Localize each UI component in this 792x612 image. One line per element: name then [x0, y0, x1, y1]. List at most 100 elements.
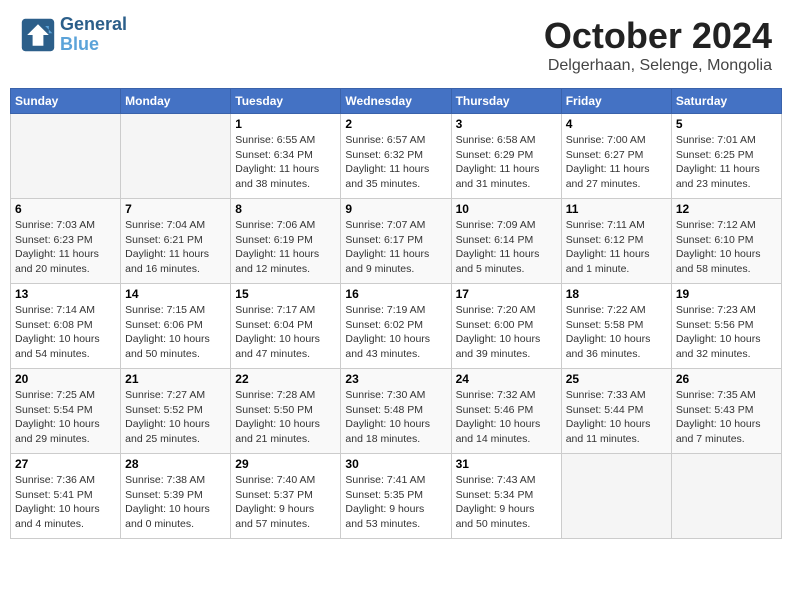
calendar-cell: 11 Sunrise: 7:11 AM Sunset: 6:12 PM Dayli… — [561, 199, 671, 284]
day-number: 24 — [456, 372, 557, 386]
day-info: Sunrise: 7:28 AM Sunset: 5:50 PM Dayligh… — [235, 388, 336, 447]
day-info: Sunrise: 7:33 AM Sunset: 5:44 PM Dayligh… — [566, 388, 667, 447]
day-number: 21 — [125, 372, 226, 386]
month-title: October 2024 — [544, 15, 772, 57]
weekday-header-row: SundayMondayTuesdayWednesdayThursdayFrid… — [11, 89, 782, 114]
logo: General Blue — [20, 15, 127, 55]
day-info: Sunrise: 7:12 AM Sunset: 6:10 PM Dayligh… — [676, 218, 777, 277]
calendar-row: 27Sunrise: 7:36 AM Sunset: 5:41 PM Dayli… — [11, 454, 782, 539]
day-info: Sunrise: 7:11 AM Sunset: 6:12 PM Dayligh… — [566, 218, 667, 277]
day-info: Sunrise: 7:20 AM Sunset: 6:00 PM Dayligh… — [456, 303, 557, 362]
day-info: Sunrise: 7:22 AM Sunset: 5:58 PM Dayligh… — [566, 303, 667, 362]
weekday-header-saturday: Saturday — [671, 89, 781, 114]
title-section: October 2024 Delgerhaan, Selenge, Mongol… — [544, 15, 772, 75]
calendar-cell: 25 Sunrise: 7:33 AM Sunset: 5:44 PM Dayli… — [561, 369, 671, 454]
day-number: 20 — [15, 372, 116, 386]
day-number: 14 — [125, 287, 226, 301]
day-number: 15 — [235, 287, 336, 301]
calendar-cell: 1 Sunrise: 6:55 AM Sunset: 6:34 PM Daylig… — [231, 114, 341, 199]
day-number: 29 — [235, 457, 336, 471]
calendar-cell: 19Sunrise: 7:23 AM Sunset: 5:56 PM Dayli… — [671, 284, 781, 369]
day-number: 27 — [15, 457, 116, 471]
day-info: Sunrise: 7:03 AM Sunset: 6:23 PM Dayligh… — [15, 218, 116, 277]
day-info: Sunrise: 7:30 AM Sunset: 5:48 PM Dayligh… — [345, 388, 446, 447]
day-info: Sunrise: 7:09 AM Sunset: 6:14 PM Dayligh… — [456, 218, 557, 277]
calendar-cell: 24 Sunrise: 7:32 AM Sunset: 5:46 PM Dayli… — [451, 369, 561, 454]
day-number: 11 — [566, 202, 667, 216]
day-info: Sunrise: 7:19 AM Sunset: 6:02 PM Dayligh… — [345, 303, 446, 362]
day-number: 5 — [676, 117, 777, 131]
day-number: 8 — [235, 202, 336, 216]
calendar-table: SundayMondayTuesdayWednesdayThursdayFrid… — [10, 88, 782, 539]
logo-text: General Blue — [60, 15, 127, 55]
day-number: 31 — [456, 457, 557, 471]
calendar-cell: 18 Sunrise: 7:22 AM Sunset: 5:58 PM Dayli… — [561, 284, 671, 369]
day-info: Sunrise: 7:32 AM Sunset: 5:46 PM Dayligh… — [456, 388, 557, 447]
calendar-cell: 13Sunrise: 7:14 AM Sunset: 6:08 PM Dayli… — [11, 284, 121, 369]
calendar-cell: 16 Sunrise: 7:19 AM Sunset: 6:02 PM Dayli… — [341, 284, 451, 369]
calendar-cell: 3 Sunrise: 6:58 AM Sunset: 6:29 PM Daylig… — [451, 114, 561, 199]
calendar-cell: 31 Sunrise: 7:43 AM Sunset: 5:34 PM Dayli… — [451, 454, 561, 539]
calendar-cell: 21 Sunrise: 7:27 AM Sunset: 5:52 PM Dayli… — [121, 369, 231, 454]
day-info: Sunrise: 7:00 AM Sunset: 6:27 PM Dayligh… — [566, 133, 667, 192]
calendar-cell: 20 Sunrise: 7:25 AM Sunset: 5:54 PM Dayli… — [11, 369, 121, 454]
calendar-row: 6 Sunrise: 7:03 AM Sunset: 6:23 PM Daylig… — [11, 199, 782, 284]
calendar-cell: 28 Sunrise: 7:38 AM Sunset: 5:39 PM Dayli… — [121, 454, 231, 539]
day-number: 28 — [125, 457, 226, 471]
calendar-cell: 23Sunrise: 7:30 AM Sunset: 5:48 PM Dayli… — [341, 369, 451, 454]
calendar-cell — [561, 454, 671, 539]
day-number: 6 — [15, 202, 116, 216]
day-number: 3 — [456, 117, 557, 131]
day-info: Sunrise: 6:58 AM Sunset: 6:29 PM Dayligh… — [456, 133, 557, 192]
calendar-cell: 8Sunrise: 7:06 AM Sunset: 6:19 PM Daylig… — [231, 199, 341, 284]
day-info: Sunrise: 6:57 AM Sunset: 6:32 PM Dayligh… — [345, 133, 446, 192]
day-number: 12 — [676, 202, 777, 216]
weekday-header-wednesday: Wednesday — [341, 89, 451, 114]
weekday-header-friday: Friday — [561, 89, 671, 114]
calendar-cell: 9Sunrise: 7:07 AM Sunset: 6:17 PM Daylig… — [341, 199, 451, 284]
calendar-cell — [671, 454, 781, 539]
day-info: Sunrise: 7:41 AM Sunset: 5:35 PM Dayligh… — [345, 473, 446, 532]
day-number: 18 — [566, 287, 667, 301]
weekday-header-tuesday: Tuesday — [231, 89, 341, 114]
day-info: Sunrise: 7:27 AM Sunset: 5:52 PM Dayligh… — [125, 388, 226, 447]
day-info: Sunrise: 7:40 AM Sunset: 5:37 PM Dayligh… — [235, 473, 336, 532]
day-number: 17 — [456, 287, 557, 301]
calendar-row: 13Sunrise: 7:14 AM Sunset: 6:08 PM Dayli… — [11, 284, 782, 369]
day-number: 2 — [345, 117, 446, 131]
calendar-cell: 15 Sunrise: 7:17 AM Sunset: 6:04 PM Dayli… — [231, 284, 341, 369]
calendar-cell: 17 Sunrise: 7:20 AM Sunset: 6:00 PM Dayli… — [451, 284, 561, 369]
day-number: 25 — [566, 372, 667, 386]
calendar-cell: 2 Sunrise: 6:57 AM Sunset: 6:32 PM Daylig… — [341, 114, 451, 199]
day-number: 26 — [676, 372, 777, 386]
day-number: 1 — [235, 117, 336, 131]
day-info: Sunrise: 7:14 AM Sunset: 6:08 PM Dayligh… — [15, 303, 116, 362]
day-info: Sunrise: 7:07 AM Sunset: 6:17 PM Dayligh… — [345, 218, 446, 277]
day-info: Sunrise: 7:17 AM Sunset: 6:04 PM Dayligh… — [235, 303, 336, 362]
calendar-body: 1 Sunrise: 6:55 AM Sunset: 6:34 PM Daylig… — [11, 114, 782, 539]
calendar-cell: 4 Sunrise: 7:00 AM Sunset: 6:27 PM Daylig… — [561, 114, 671, 199]
calendar-cell: 5Sunrise: 7:01 AM Sunset: 6:25 PM Daylig… — [671, 114, 781, 199]
day-number: 16 — [345, 287, 446, 301]
calendar-cell: 6 Sunrise: 7:03 AM Sunset: 6:23 PM Daylig… — [11, 199, 121, 284]
calendar-cell — [11, 114, 121, 199]
day-number: 10 — [456, 202, 557, 216]
calendar-cell: 26Sunrise: 7:35 AM Sunset: 5:43 PM Dayli… — [671, 369, 781, 454]
day-info: Sunrise: 7:25 AM Sunset: 5:54 PM Dayligh… — [15, 388, 116, 447]
day-number: 30 — [345, 457, 446, 471]
day-info: Sunrise: 7:04 AM Sunset: 6:21 PM Dayligh… — [125, 218, 226, 277]
calendar-cell: 30 Sunrise: 7:41 AM Sunset: 5:35 PM Dayli… — [341, 454, 451, 539]
calendar-cell: 29 Sunrise: 7:40 AM Sunset: 5:37 PM Dayli… — [231, 454, 341, 539]
day-info: Sunrise: 6:55 AM Sunset: 6:34 PM Dayligh… — [235, 133, 336, 192]
day-info: Sunrise: 7:38 AM Sunset: 5:39 PM Dayligh… — [125, 473, 226, 532]
calendar-header: SundayMondayTuesdayWednesdayThursdayFrid… — [11, 89, 782, 114]
day-number: 7 — [125, 202, 226, 216]
calendar-cell: 10 Sunrise: 7:09 AM Sunset: 6:14 PM Dayli… — [451, 199, 561, 284]
weekday-header-thursday: Thursday — [451, 89, 561, 114]
calendar-cell: 27Sunrise: 7:36 AM Sunset: 5:41 PM Dayli… — [11, 454, 121, 539]
day-info: Sunrise: 7:43 AM Sunset: 5:34 PM Dayligh… — [456, 473, 557, 532]
day-number: 4 — [566, 117, 667, 131]
day-number: 22 — [235, 372, 336, 386]
calendar-cell — [121, 114, 231, 199]
location-subtitle: Delgerhaan, Selenge, Mongolia — [544, 57, 772, 75]
